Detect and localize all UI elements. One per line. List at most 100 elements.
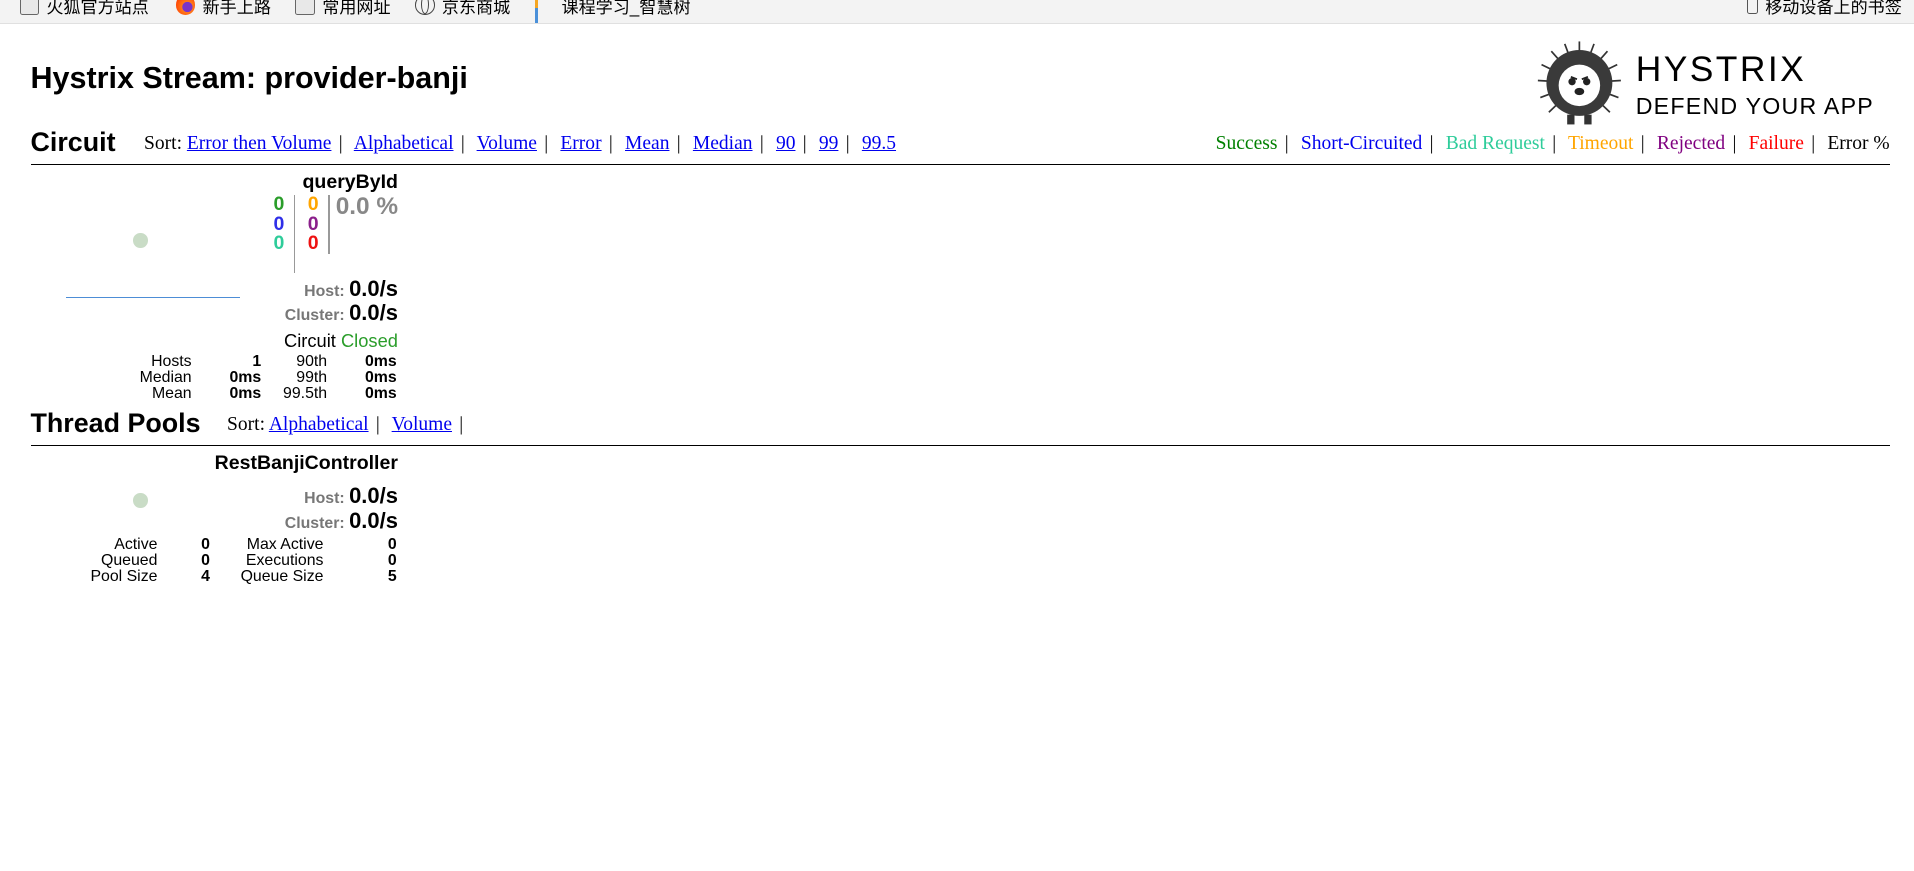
success-count: 0 <box>273 193 285 216</box>
bookmark-label: 火狐官方站点 <box>46 0 149 17</box>
error-percentage: 0.0 % <box>335 192 399 220</box>
threadpool-stats: Active 0 Queued 0 Pool Size 4 Max Active… <box>31 537 398 586</box>
bookmark-label: 课程学习_智慧树 <box>561 0 691 17</box>
pool-host-rate: 0.0/s <box>349 483 398 509</box>
circuit-counts-left: 0 0 0 <box>262 193 285 255</box>
mobile-icon <box>1746 0 1758 14</box>
circuit-health-dot <box>133 233 148 248</box>
bookmark-label: 新手上路 <box>202 0 271 17</box>
legend-failure: Failure <box>1748 133 1804 155</box>
logo-tagline: DEFEND YOUR APP <box>1635 92 1874 119</box>
sort-alphabetical[interactable]: Alphabetical <box>354 133 454 154</box>
legend-error-pct: Error % <box>1827 133 1890 155</box>
stat-label-mean: Mean <box>151 384 192 402</box>
threadpool-sort-bar: Sort: Alphabetical | Volume | <box>227 413 464 435</box>
bad-request-count: 0 <box>273 232 285 255</box>
stat-hosts: 1 <box>252 352 262 370</box>
stat-mean: 0ms <box>229 384 262 402</box>
cluster-label: Cluster: <box>284 514 345 532</box>
legend-rejected: Rejected <box>1656 133 1726 155</box>
threadpool-header: Thread Pools Sort: Alphabetical | Volume | <box>30 405 1890 446</box>
error-divider <box>328 195 330 254</box>
stat-queued: 0 <box>201 551 210 569</box>
stat-max-active: 0 <box>387 536 397 554</box>
bookmark-item[interactable]: 常用网址 <box>295 0 391 18</box>
counts-divider <box>294 195 296 274</box>
pool-cluster-rate: 0.0/s <box>349 507 398 533</box>
circuit-sparkline <box>65 296 241 298</box>
host-rate: 0.0/s <box>349 275 398 301</box>
timeout-count: 0 <box>307 193 319 216</box>
bookmark-item[interactable]: 新手上路 <box>175 0 271 18</box>
cluster-label: Cluster: <box>284 307 345 325</box>
page: 火狐官方站点 新手上路 常用网址 京东商城 课程学习_智慧树 移动设备上的书签 … <box>0 0 1914 870</box>
threadpool-monitor[interactable]: RestBanjiController Host: 0.0/s Cluster:… <box>31 449 398 589</box>
circuit-legend: Success | Short-Circuited | Bad Request | T… <box>1215 133 1890 155</box>
pool-host-rate-row: Host: 0.0/s <box>304 483 398 509</box>
stat-label-99-5th: 99.5th <box>283 384 328 402</box>
firefox-icon <box>175 0 196 15</box>
page-title: Hystrix Stream: provider-banji <box>30 61 468 96</box>
bookmark-label: 常用网址 <box>322 0 391 17</box>
folder-icon <box>295 0 315 15</box>
pool-sort-volume[interactable]: Volume <box>392 414 452 435</box>
legend-success: Success <box>1215 133 1278 155</box>
legend-short-circuited: Short-Circuited <box>1300 133 1423 155</box>
circuit-status-row: Circuit Closed <box>284 330 398 352</box>
stat-label-hosts: Hosts <box>151 352 192 370</box>
circuit-counts-right: 0 0 0 <box>297 195 319 254</box>
threadpool-section-title: Thread Pools <box>30 407 201 438</box>
threadpool-name: RestBanjiController <box>214 451 398 474</box>
sort-error-then-volume[interactable]: Error then Volume <box>187 133 332 154</box>
sort-volume[interactable]: Volume <box>477 133 537 154</box>
bookmark-item[interactable]: 课程学习_智慧树 <box>534 0 691 24</box>
stat-99th: 0ms <box>364 368 397 386</box>
stat-90th: 0ms <box>364 352 397 370</box>
bookmark-label: 移动设备上的书签 <box>1765 0 1902 17</box>
stat-label-queued: Queued <box>101 551 158 569</box>
host-label: Host: <box>304 490 345 508</box>
sort-90[interactable]: 90 <box>776 133 796 154</box>
legend-bad-request: Bad Request <box>1445 133 1545 155</box>
circuit-label: Circuit <box>284 329 336 351</box>
hedgehog-icon <box>1538 41 1622 125</box>
circuit-sort-bar: Sort: Error then Volume | Alphabetical | V… <box>144 133 897 155</box>
bookmark-item-mobile[interactable]: 移动设备上的书签 <box>1746 0 1902 18</box>
circuit-name: queryById <box>302 170 398 193</box>
globe-icon <box>415 0 435 15</box>
sort-99[interactable]: 99 <box>819 133 839 154</box>
stat-active: 0 <box>201 536 210 554</box>
bookmark-label: 京东商城 <box>441 0 511 17</box>
circuit-status: Closed <box>340 329 398 351</box>
bookmark-item[interactable]: 京东商城 <box>415 0 510 18</box>
bookmarks-toolbar: 火狐官方站点 新手上路 常用网址 京东商城 课程学习_智慧树 移动设备上的书签 <box>0 0 1914 25</box>
stat-99-5th: 0ms <box>364 384 397 402</box>
stat-label-active: Active <box>114 536 158 554</box>
stat-executions: 0 <box>387 551 397 569</box>
circuit-section-title: Circuit <box>30 126 116 157</box>
stat-median: 0ms <box>229 368 262 386</box>
bookmark-item[interactable]: 火狐官方站点 <box>19 0 149 18</box>
stat-label-executions: Executions <box>245 551 324 569</box>
circuit-monitor[interactable]: queryById 0 0 0 0 0 0 0.0 % Host: 0.0/s … <box>31 168 398 406</box>
sort-error[interactable]: Error <box>560 133 601 154</box>
stat-label-max-active: Max Active <box>246 536 324 554</box>
cluster-rate-row: Cluster: 0.0/s <box>285 300 398 326</box>
pool-sort-alphabetical[interactable]: Alphabetical <box>269 414 369 435</box>
failure-count: 0 <box>307 232 319 255</box>
stat-label-90th: 90th <box>296 352 328 370</box>
host-label: Host: <box>304 282 345 300</box>
circuit-header: Circuit Sort: Error then Volume | Alphabe… <box>30 125 1890 165</box>
bars-icon <box>534 0 555 24</box>
threadpool-health-dot <box>133 493 148 508</box>
stat-label-queue-size: Queue Size <box>240 567 324 585</box>
circuit-stats: Hosts 1 Median 0ms Mean 0ms 90th 0ms 99t… <box>31 354 398 403</box>
sort-median[interactable]: Median <box>693 133 753 154</box>
stat-pool-size: 4 <box>201 567 210 585</box>
sort-label: Sort: <box>144 133 182 155</box>
stat-label-median: Median <box>139 368 192 386</box>
sort-mean[interactable]: Mean <box>625 133 669 154</box>
pool-cluster-rate-row: Cluster: 0.0/s <box>285 508 398 534</box>
legend-timeout: Timeout <box>1568 133 1634 155</box>
sort-99-5[interactable]: 99.5 <box>862 133 896 154</box>
